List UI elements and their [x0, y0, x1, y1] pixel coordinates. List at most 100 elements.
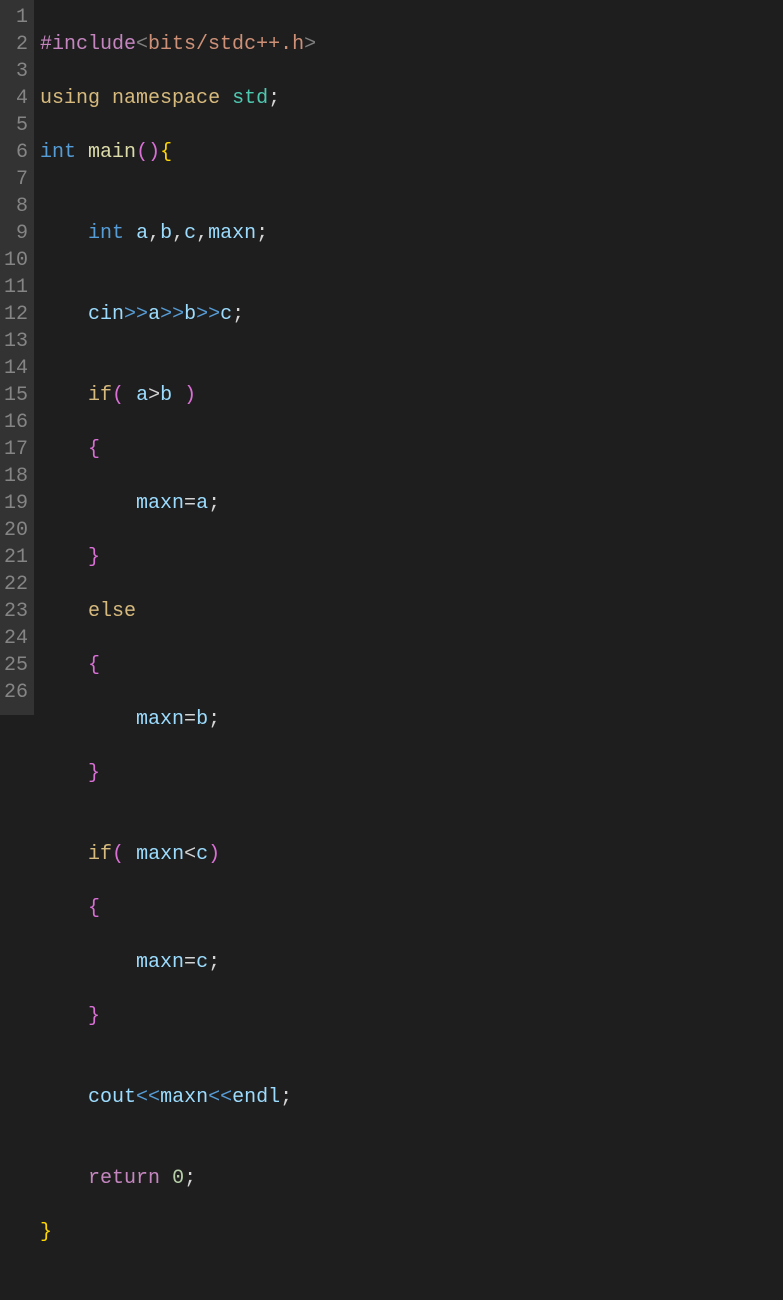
var-a: a — [196, 492, 208, 515]
code-line: if( maxn<c) — [40, 841, 783, 868]
code-line: maxn=b; — [40, 706, 783, 733]
semicolon: ; — [256, 222, 268, 245]
op-assign: = — [184, 951, 196, 974]
indent — [40, 762, 88, 785]
var-maxn: maxn — [136, 708, 184, 731]
paren-open: ( — [112, 843, 124, 866]
line-number: 11 — [4, 274, 28, 301]
code-line: if( a>b ) — [40, 382, 783, 409]
var-maxn: maxn — [136, 951, 184, 974]
code-line: { — [40, 652, 783, 679]
number-zero: 0 — [172, 1167, 184, 1190]
indent — [40, 897, 88, 920]
endl: endl — [232, 1086, 280, 1109]
var-a: a — [136, 222, 148, 245]
keyword-namespace: namespace — [112, 87, 220, 110]
paren-close: ) — [184, 384, 196, 407]
space — [160, 1167, 172, 1190]
line-number: 3 — [4, 58, 28, 85]
semicolon: ; — [268, 87, 280, 110]
line-number: 5 — [4, 112, 28, 139]
brace-close: } — [40, 1221, 52, 1244]
code-line: { — [40, 895, 783, 922]
indent — [40, 654, 88, 677]
angle-close: > — [304, 33, 316, 56]
var-b: b — [160, 222, 172, 245]
var-c: c — [196, 843, 208, 866]
function-main: main — [88, 141, 136, 164]
semicolon: ; — [232, 303, 244, 326]
var-b: b — [184, 303, 196, 326]
line-number: 23 — [4, 598, 28, 625]
line-number: 9 — [4, 220, 28, 247]
line-number: 22 — [4, 571, 28, 598]
code-line: using namespace std; — [40, 85, 783, 112]
line-number: 17 — [4, 436, 28, 463]
brace-close: } — [88, 1005, 100, 1028]
stream-op: >> — [196, 303, 220, 326]
paren-open: ( — [112, 384, 124, 407]
stream-op: << — [208, 1086, 232, 1109]
stream-op: >> — [124, 303, 148, 326]
keyword-else: else — [88, 600, 136, 623]
indent — [40, 492, 136, 515]
stream-op: >> — [160, 303, 184, 326]
indent — [40, 1086, 88, 1109]
semicolon: ; — [208, 492, 220, 515]
code-line: } — [40, 760, 783, 787]
line-number: 13 — [4, 328, 28, 355]
space — [124, 843, 136, 866]
line-number: 16 — [4, 409, 28, 436]
line-number: 19 — [4, 490, 28, 517]
var-maxn: maxn — [136, 843, 184, 866]
var-a: a — [136, 384, 148, 407]
indent — [40, 951, 136, 974]
code-editor: 1 2 3 4 5 6 7 8 9 10 11 12 13 14 15 16 1… — [0, 0, 783, 715]
space — [172, 384, 184, 407]
op-lt: < — [184, 843, 196, 866]
semicolon: ; — [208, 951, 220, 974]
cin: cin — [88, 303, 124, 326]
code-area[interactable]: #include<bits/stdc++.h> using namespace … — [34, 0, 783, 715]
indent — [40, 1167, 88, 1190]
var-c: c — [220, 303, 232, 326]
keyword-if: if — [88, 384, 112, 407]
angle-open: < — [136, 33, 148, 56]
cout: cout — [88, 1086, 136, 1109]
code-line: maxn=c; — [40, 949, 783, 976]
line-number: 15 — [4, 382, 28, 409]
keyword-using: using — [40, 87, 100, 110]
paren-close: ) — [208, 843, 220, 866]
code-line: int a,b,c,maxn; — [40, 220, 783, 247]
line-number: 1 — [4, 4, 28, 31]
brace-open: { — [88, 654, 100, 677]
code-line: cout<<maxn<<endl; — [40, 1084, 783, 1111]
indent — [40, 600, 88, 623]
keyword-return: return — [88, 1167, 160, 1190]
op-assign: = — [184, 708, 196, 731]
line-number: 10 — [4, 247, 28, 274]
comma: , — [196, 222, 208, 245]
paren-close: ) — [148, 141, 160, 164]
semicolon: ; — [280, 1086, 292, 1109]
line-number: 8 — [4, 193, 28, 220]
code-line: cin>>a>>b>>c; — [40, 301, 783, 328]
line-number: 14 — [4, 355, 28, 382]
line-number: 4 — [4, 85, 28, 112]
brace-open: { — [88, 897, 100, 920]
var-c: c — [196, 951, 208, 974]
indent — [40, 546, 88, 569]
brace-close: } — [88, 762, 100, 785]
line-number-gutter: 1 2 3 4 5 6 7 8 9 10 11 12 13 14 15 16 1… — [0, 0, 34, 715]
code-line: { — [40, 436, 783, 463]
type-int: int — [40, 141, 76, 164]
code-line: int main(){ — [40, 139, 783, 166]
var-maxn: maxn — [208, 222, 256, 245]
var-b: b — [196, 708, 208, 731]
namespace-name: std — [232, 87, 268, 110]
preprocessor: #include — [40, 33, 136, 56]
line-number: 18 — [4, 463, 28, 490]
include-path: bits/stdc++.h — [148, 33, 304, 56]
semicolon: ; — [184, 1167, 196, 1190]
var-maxn: maxn — [160, 1086, 208, 1109]
